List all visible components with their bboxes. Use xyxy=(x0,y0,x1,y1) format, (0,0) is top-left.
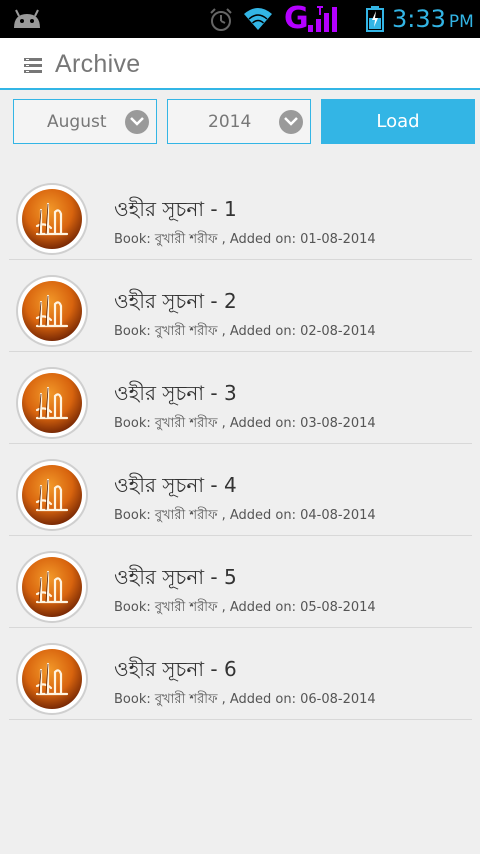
year-value: 2014 xyxy=(208,112,252,132)
month-dropdown[interactable]: August xyxy=(13,99,157,144)
item-meta: Book: বুখারী শরীফ , Added on: 05-08-2014 xyxy=(114,600,376,615)
item-title: ওহীর সূচনা - 3 xyxy=(114,381,237,405)
archive-list: ওহীর সূচনা - 1 Book: বুখারী শরীফ , Added… xyxy=(0,168,480,720)
page-title: Archive xyxy=(55,50,141,78)
year-dropdown[interactable]: 2014 xyxy=(167,99,311,144)
status-bar: G 3:33 PM xyxy=(0,0,480,38)
list-item[interactable]: ওহীর সূচনা - 6 Book: বুখারী শরীফ , Added… xyxy=(0,628,480,720)
list-item[interactable]: ওহীর সূচনা - 5 Book: বুখারী শরীফ , Added… xyxy=(0,536,480,628)
wifi-icon xyxy=(244,8,272,30)
item-meta: Book: বুখারী শরীফ , Added on: 03-08-2014 xyxy=(114,416,376,431)
list-item[interactable]: ওহীর সূচনা - 3 Book: বুখারী শরীফ , Added… xyxy=(0,352,480,444)
list-item[interactable]: ওহীর সূচনা - 4 Book: বুখারী শরীফ , Added… xyxy=(0,444,480,536)
clock-ampm: PM xyxy=(448,12,474,32)
divider xyxy=(9,719,472,720)
calligraphy-avatar-icon xyxy=(15,458,89,532)
calligraphy-avatar-icon xyxy=(15,182,89,256)
calligraphy-avatar-icon xyxy=(15,274,89,348)
calligraphy-avatar-icon xyxy=(15,366,89,440)
item-meta: Book: বুখারী শরীফ , Added on: 06-08-2014 xyxy=(114,692,376,707)
item-meta: Book: বুখারী শরীফ , Added on: 02-08-2014 xyxy=(114,324,376,339)
battery-icon xyxy=(366,6,384,32)
alarm-icon xyxy=(210,8,232,31)
item-title: ওহীর সূচনা - 5 xyxy=(114,565,237,589)
calligraphy-avatar-icon xyxy=(15,550,89,624)
item-title: ওহীর সূচনা - 1 xyxy=(114,197,237,221)
item-meta: Book: বুখারী শরীফ , Added on: 04-08-2014 xyxy=(114,508,376,523)
clock-time: 3:33 xyxy=(392,5,446,33)
chevron-down-icon xyxy=(125,110,149,134)
month-value: August xyxy=(47,112,107,132)
chevron-down-icon xyxy=(279,110,303,134)
network-type: G xyxy=(284,1,309,36)
action-bar: Archive xyxy=(0,38,480,90)
item-meta: Book: বুখারী শরীফ , Added on: 01-08-2014 xyxy=(114,232,376,247)
item-title: ওহীর সূচনা - 4 xyxy=(114,473,237,497)
load-button[interactable]: Load xyxy=(321,99,475,144)
list-item[interactable]: ওহীর সূচনা - 2 Book: বুখারী শরীফ , Added… xyxy=(0,260,480,352)
clock: 3:33 PM xyxy=(392,3,474,38)
signal-icon: G xyxy=(284,1,342,36)
android-icon xyxy=(14,9,40,28)
list-item[interactable]: ওহীর সূচনা - 1 Book: বুখারী শরীফ , Added… xyxy=(0,168,480,260)
menu-icon[interactable] xyxy=(24,58,42,74)
calligraphy-avatar-icon xyxy=(15,642,89,716)
item-title: ওহীর সূচনা - 6 xyxy=(114,657,237,681)
item-title: ওহীর সূচনা - 2 xyxy=(114,289,237,313)
